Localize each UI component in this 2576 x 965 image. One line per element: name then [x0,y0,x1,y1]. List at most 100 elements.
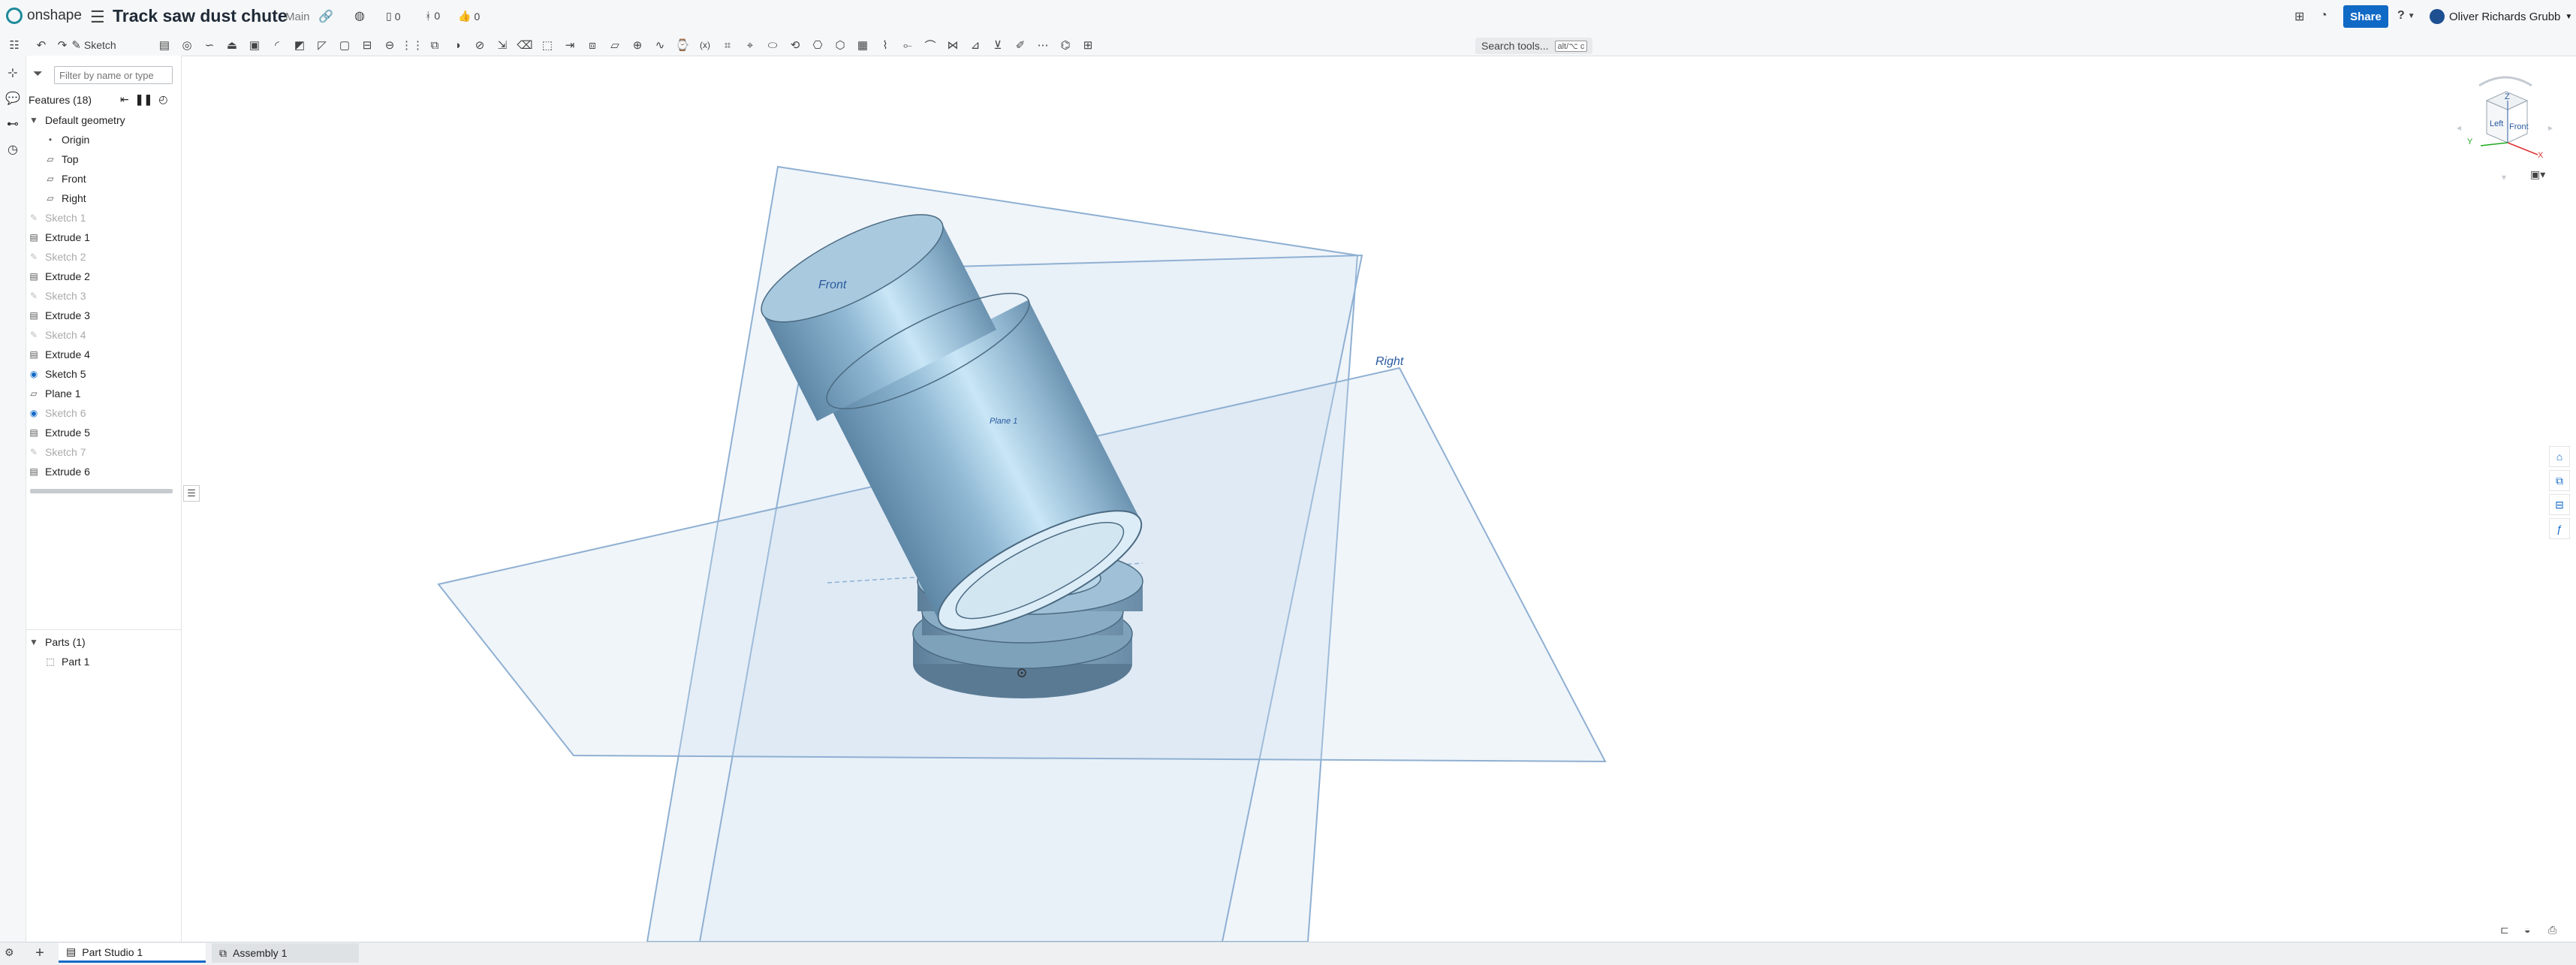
isocline-icon[interactable]: ⊻ [988,37,1008,53]
configurations-icon[interactable]: ⊷ [5,116,21,132]
display-states-icon[interactable]: ⧉ [2549,470,2570,491]
versions-counter[interactable]: ▯ 0 [386,10,401,23]
redo-icon[interactable]: ↷ [53,37,72,53]
draft-icon[interactable]: ◸ [312,37,332,53]
measure-icon[interactable]: ⌚ [673,37,692,53]
tree-item-extrude-6[interactable]: ▤ Extrude 6 [29,462,179,481]
tree-item-sketch-3[interactable]: ✎ Sketch 3 [29,286,179,306]
insert-feature-icon[interactable]: ⊹ [5,65,21,81]
custom-feature-icon[interactable]: ⌬ [1056,37,1075,53]
tree-item-plane-1[interactable]: ▱ Plane 1 [29,384,179,403]
learning-center-icon[interactable]: ◔ [2320,9,2327,23]
thicken-icon[interactable]: ▣ [245,37,264,53]
feature-list-icon[interactable]: ☷ [5,37,24,53]
parts-header[interactable]: ▼ Parts (1) [29,632,179,652]
sweep-icon[interactable]: ∽ [200,37,219,53]
frame-icon[interactable]: ⌖ [740,37,760,53]
tree-item-sketch-4[interactable]: ✎ Sketch 4 [29,325,179,345]
transform-icon[interactable]: ⇲ [493,37,512,53]
add-tab-icon[interactable]: + [30,943,50,963]
revolve-icon[interactable]: ◎ [177,37,197,53]
routing-icon[interactable]: ⟜ [898,37,917,53]
search-tools-input[interactable]: Search tools... alt/⌥ c [1475,38,1592,54]
tree-item-front[interactable]: ▱ Front [45,169,179,188]
tree-item-sketch-2[interactable]: ✎ Sketch 2 [29,247,179,267]
shell-icon[interactable]: ▢ [335,37,354,53]
move-face-icon[interactable]: ⇥ [560,37,580,53]
tab-manager-icon[interactable]: ⚙ [5,946,14,959]
onshape-logo[interactable]: onshape [6,8,82,24]
tree-item-extrude-5[interactable]: ▤ Extrude 5 [29,423,179,442]
pattern-icon[interactable]: ⋮⋮ [401,37,423,53]
branch-label[interactable]: Main [285,11,310,23]
projected-curve-icon[interactable]: ⊿ [966,37,985,53]
tree-item-sketch-1[interactable]: ✎ Sketch 1 [29,208,179,228]
history-icon[interactable]: ◷ [5,141,21,158]
rollback-icon[interactable]: ⇤ [120,93,129,106]
filter-icon[interactable]: ⏷ [33,68,43,81]
sketch-button[interactable]: ✎ Sketch [71,37,116,53]
feature-filter-input[interactable] [54,66,173,84]
tree-item-origin[interactable]: • Origin [45,130,179,149]
tree-item-right[interactable]: ▱ Right [45,188,179,208]
more-tools-icon[interactable]: ⋯ [1033,37,1053,53]
curve-icon[interactable]: ⌇ [875,37,895,53]
tree-item-extrude-4[interactable]: ▤ Extrude 4 [29,345,179,364]
view-cube-front[interactable]: Front [2509,122,2529,131]
share-button[interactable]: Share [2343,5,2388,28]
print-icon[interactable]: ⎙ [2548,924,2556,936]
boundary-surface-icon[interactable]: ⬡ [830,37,850,53]
hamburger-menu-icon[interactable]: ☰ [90,8,105,27]
document-title[interactable]: Track saw dust chute [113,6,288,26]
graphics-viewport[interactable]: Front Right Plane 1 [182,56,2576,942]
modify-fillet-icon[interactable]: ⬚ [538,37,557,53]
mirror-icon[interactable]: ⧉ [425,37,444,53]
helix-icon[interactable]: ∿ [650,37,670,53]
branches-counter[interactable]: ᚼ 0 [425,10,440,22]
rollback-bar[interactable] [30,489,173,493]
tree-item-top[interactable]: ▱ Top [45,149,179,169]
tree-item-sketch-7[interactable]: ✎ Sketch 7 [29,442,179,462]
comments-icon[interactable]: 💬 [5,90,21,107]
app-store-icon[interactable]: ⊞ [2294,9,2304,24]
link-icon[interactable]: 🔗 [318,9,333,24]
tree-item-extrude-3[interactable]: ▤ Extrude 3 [29,306,179,325]
fillet-icon[interactable]: ◜ [267,37,287,53]
undo-icon[interactable]: ↶ [32,37,51,53]
view-cube-left[interactable]: Left [2490,119,2503,128]
tree-item-sketch-6[interactable]: ◉ Sketch 6 [29,403,179,423]
view-options-icon[interactable]: ▣▾ [2530,168,2545,181]
named-views-icon[interactable]: ⊟ [2549,494,2570,515]
render-mode-icon[interactable]: ◒ [2524,924,2530,936]
variable-icon[interactable]: (x) [695,37,715,53]
globe-icon[interactable]: ◍ [354,8,365,23]
chamfer-icon[interactable]: ◩ [290,37,309,53]
part-item[interactable]: ⬚ Part 1 [29,652,179,671]
tree-item-sketch-5[interactable]: ◉ Sketch 5 [29,364,179,384]
appearance-panel-icon[interactable]: ⌂ [2549,446,2570,467]
section-view-icon[interactable]: ⊏ [2500,924,2509,936]
user-menu[interactable]: Oliver Richards Grubb ▼ [2430,9,2572,24]
extrude-icon[interactable]: ▤ [155,37,174,53]
variables-panel-icon[interactable]: ƒ [2549,518,2570,539]
hole-icon[interactable]: ⊖ [380,37,399,53]
surface-icon[interactable]: ⬭ [763,37,782,53]
help-menu[interactable]: ? ▼ [2397,9,2415,23]
tree-item-extrude-2[interactable]: ▤ Extrude 2 [29,267,179,286]
offset-surface-icon[interactable]: ⎔ [808,37,827,53]
rib-icon[interactable]: ⊟ [357,37,377,53]
boolean-icon[interactable]: ◑ [447,37,467,53]
edit-curve-icon[interactable]: ✐ [1011,37,1030,53]
default-geometry-node[interactable]: ▼ Default geometry [29,110,179,130]
sheet-metal-icon[interactable]: ⌗ [718,37,737,53]
replace-face-icon[interactable]: ⧈ [583,37,602,53]
tab-part-studio-1[interactable]: ▤ Part Studio 1 [59,943,206,963]
loft-icon[interactable]: ⏏ [222,37,242,53]
pause-icon[interactable]: ❚❚ [135,93,152,106]
add-custom-feature-icon[interactable]: ⊞ [1078,37,1098,53]
mate-connector-icon[interactable]: ⊕ [628,37,647,53]
likes-counter[interactable]: 👍 0 [458,10,480,23]
composite-curve-icon[interactable]: ⋈ [943,37,963,53]
wrap-icon[interactable]: ⟲ [785,37,805,53]
bridging-curve-icon[interactable]: ⌒ [920,37,940,53]
